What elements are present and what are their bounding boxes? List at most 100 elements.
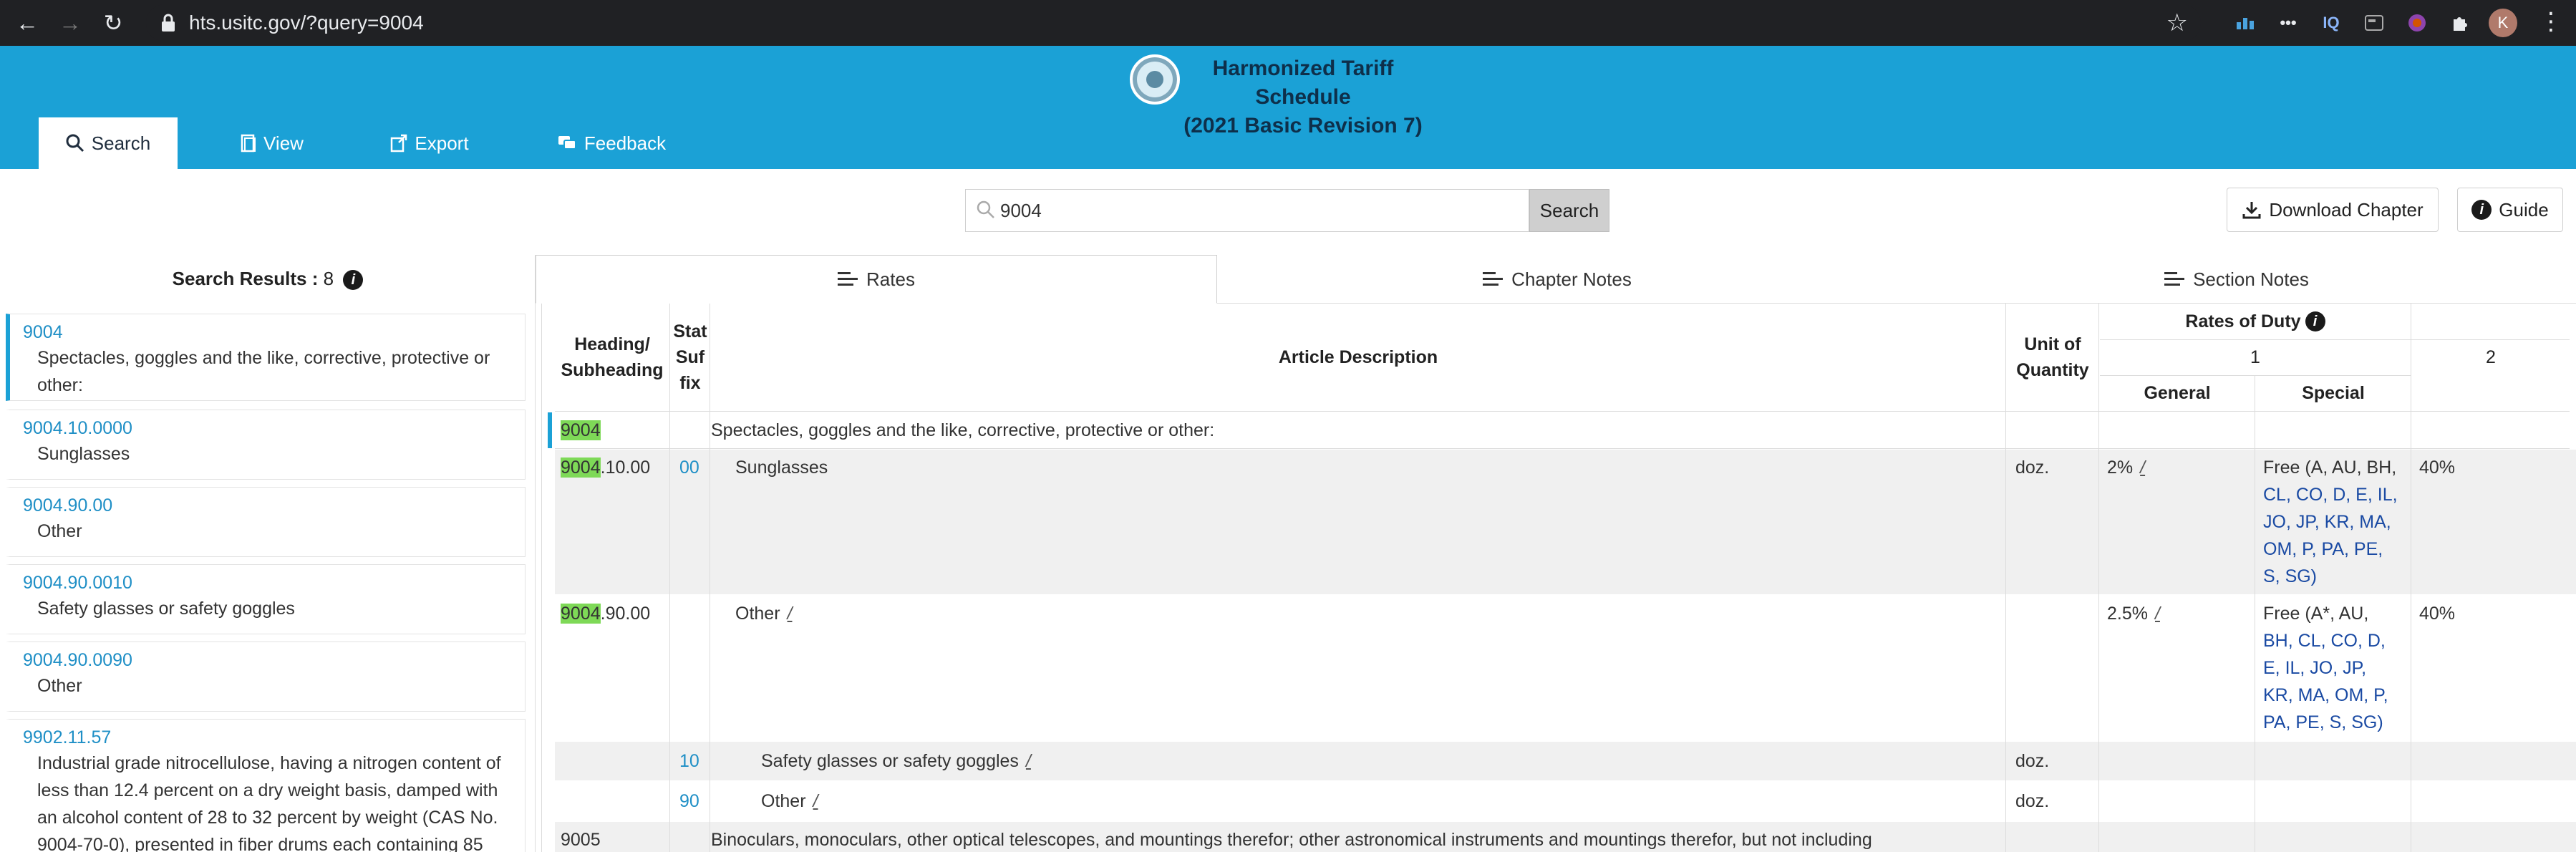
content-tabs: Rates Chapter Notes Section Notes [536, 255, 2576, 304]
heading-code[interactable]: 9004.10.00 [561, 454, 650, 481]
divider [555, 448, 2570, 449]
result-desc: Other [37, 676, 82, 696]
app-title-line1: Harmonized Tariff Schedule [1212, 57, 1394, 109]
info-icon[interactable]: i [343, 270, 364, 291]
stat-suffix[interactable]: 90 [679, 788, 699, 815]
extension-iq-icon[interactable]: IQ [2317, 9, 2345, 37]
search-results-count: 8 [323, 268, 334, 289]
column-2-rate: 40% [2419, 604, 2456, 624]
address-bar[interactable]: hts.usitc.gov/?query=9004 ☆ [146, 4, 2201, 42]
document-icon [241, 134, 256, 153]
table-row: 9005 Binoculars, monoculars, other optic… [555, 822, 2576, 852]
result-desc: Other [37, 521, 82, 541]
col-rates-label: Rates of Duty [2185, 311, 2301, 331]
info-icon[interactable]: i [2305, 311, 2325, 331]
footnote-link[interactable]: / [813, 791, 818, 811]
tab-chapter-notes-label: Chapter Notes [1511, 268, 1632, 290]
result-item[interactable]: 9004.10.0000 Sunglasses [6, 410, 526, 480]
article-desc: Binoculars, monoculars, other optical te… [711, 830, 1872, 850]
guide-label: Guide [2499, 198, 2549, 221]
profile-avatar[interactable]: K [2489, 9, 2517, 37]
app-title: Harmonized Tariff Schedule (2021 Basic R… [1181, 54, 1425, 140]
table-row: 9004.90.00 Other/ 2.5% / Free (A*, AU, BH… [555, 596, 2576, 740]
result-desc: Safety glasses or safety goggles [37, 599, 295, 619]
result-code[interactable]: 9004.90.00 [23, 493, 518, 518]
divider [669, 304, 670, 852]
col-general: General [2144, 383, 2211, 403]
extension-badge-icon[interactable] [2403, 9, 2431, 37]
extension-dots-icon[interactable]: ••• [2274, 9, 2303, 37]
forward-icon[interactable]: → [49, 0, 92, 46]
article-desc: Spectacles, goggles and the like, correc… [711, 420, 1215, 440]
extension-chart-icon[interactable] [2231, 9, 2260, 37]
heading-code[interactable]: 9005 [561, 826, 601, 852]
download-chapter-button[interactable]: Download Chapter [2227, 188, 2439, 232]
search-results-title: Search Results : 8 i [0, 255, 536, 302]
guide-button[interactable]: i Guide [2457, 188, 2563, 232]
list-lines-icon [1483, 272, 1504, 286]
list-lines-icon [838, 272, 858, 286]
download-icon [2242, 202, 2261, 219]
divider [2005, 304, 2006, 852]
tab-feedback-label: Feedback [584, 132, 667, 154]
tab-view-label: View [263, 132, 304, 154]
reload-icon[interactable]: ↻ [92, 0, 135, 46]
result-item[interactable]: 9902.11.57 Industrial grade nitrocellulo… [6, 719, 526, 852]
result-desc: Spectacles, goggles and the like, correc… [37, 348, 490, 395]
stat-suffix[interactable]: 10 [679, 747, 699, 775]
search-icon [66, 134, 84, 153]
browser-menu-icon[interactable]: ⋮ [2539, 6, 2563, 40]
tab-export[interactable]: Export [372, 117, 487, 169]
bookmark-star-icon[interactable]: ☆ [2166, 9, 2188, 37]
tab-search[interactable]: Search [39, 117, 178, 169]
result-code[interactable]: 9004.90.0090 [23, 648, 518, 672]
tab-rates[interactable]: Rates [536, 255, 1217, 304]
footnote-link[interactable]: / [788, 604, 793, 624]
footnote-link[interactable]: / [2140, 458, 2145, 478]
info-icon: i [2471, 200, 2492, 220]
back-icon[interactable]: ← [6, 0, 49, 46]
col-2: 2 [2486, 347, 2496, 367]
general-rate: 2.5% / [2107, 604, 2160, 624]
footnote-link[interactable]: / [1026, 751, 1031, 771]
app-header: Harmonized Tariff Schedule (2021 Basic R… [0, 46, 2576, 169]
special-rate: Free (A, AU, BH, CL, CO, D, E, IL, JO, J… [2263, 458, 2398, 586]
heading-code[interactable]: 9004 [561, 420, 601, 440]
footnote-link[interactable]: / [2155, 604, 2160, 624]
result-code[interactable]: 9004.10.0000 [23, 416, 518, 440]
heading-code[interactable]: 9004.90.00 [561, 600, 650, 627]
article-desc: Other / [761, 791, 818, 811]
search-button[interactable]: Search [1529, 189, 1609, 232]
unit-of-quantity: doz. [2015, 751, 2050, 771]
result-item[interactable]: 9004 Spectacles, goggles and the like, c… [6, 314, 526, 401]
rates-table: Heading/ Subheading Stat Suf fix Article… [541, 304, 2576, 852]
unit-of-quantity: doz. [2015, 791, 2050, 811]
tab-feedback[interactable]: Feedback [540, 117, 683, 169]
general-rate: 2% / [2107, 458, 2146, 478]
extension-card-icon[interactable] [2360, 9, 2388, 37]
search-input[interactable] [1000, 190, 1487, 231]
result-item[interactable]: 9004.90.00 Other [6, 487, 526, 557]
result-code[interactable]: 9004.90.0010 [23, 571, 518, 595]
result-code[interactable]: 9004 [23, 320, 518, 344]
export-icon [391, 134, 407, 153]
table-row: 10 Safety glasses or safety goggles / doz… [555, 742, 2576, 780]
url-text[interactable]: hts.usitc.gov/?query=9004 [189, 4, 424, 42]
col-stat-suffix: Stat Suf fix [673, 321, 707, 393]
tab-chapter-notes[interactable]: Chapter Notes [1217, 255, 1897, 304]
table-row: 9004 Spectacles, goggles and the like, c… [548, 412, 2576, 448]
tab-section-notes-label: Section Notes [2193, 268, 2309, 290]
app-title-line2: (2021 Basic Revision 7) [1183, 114, 1423, 137]
search-results-sidebar: Search Results : 8 i 9004 Spectacles, go… [0, 255, 536, 852]
result-code[interactable]: 9902.11.57 [23, 725, 518, 750]
search-field[interactable] [965, 189, 1529, 232]
tab-view[interactable]: View [222, 117, 322, 169]
tab-export-label: Export [415, 132, 469, 154]
tab-section-notes[interactable]: Section Notes [1897, 255, 2576, 304]
article-desc: Sunglasses [735, 458, 828, 478]
result-item[interactable]: 9004.90.0090 Other [6, 642, 526, 712]
result-item[interactable]: 9004.90.0010 Safety glasses or safety go… [6, 564, 526, 634]
stat-suffix[interactable]: 00 [679, 454, 699, 481]
divider [2098, 304, 2099, 852]
extensions-puzzle-icon[interactable] [2446, 9, 2474, 37]
